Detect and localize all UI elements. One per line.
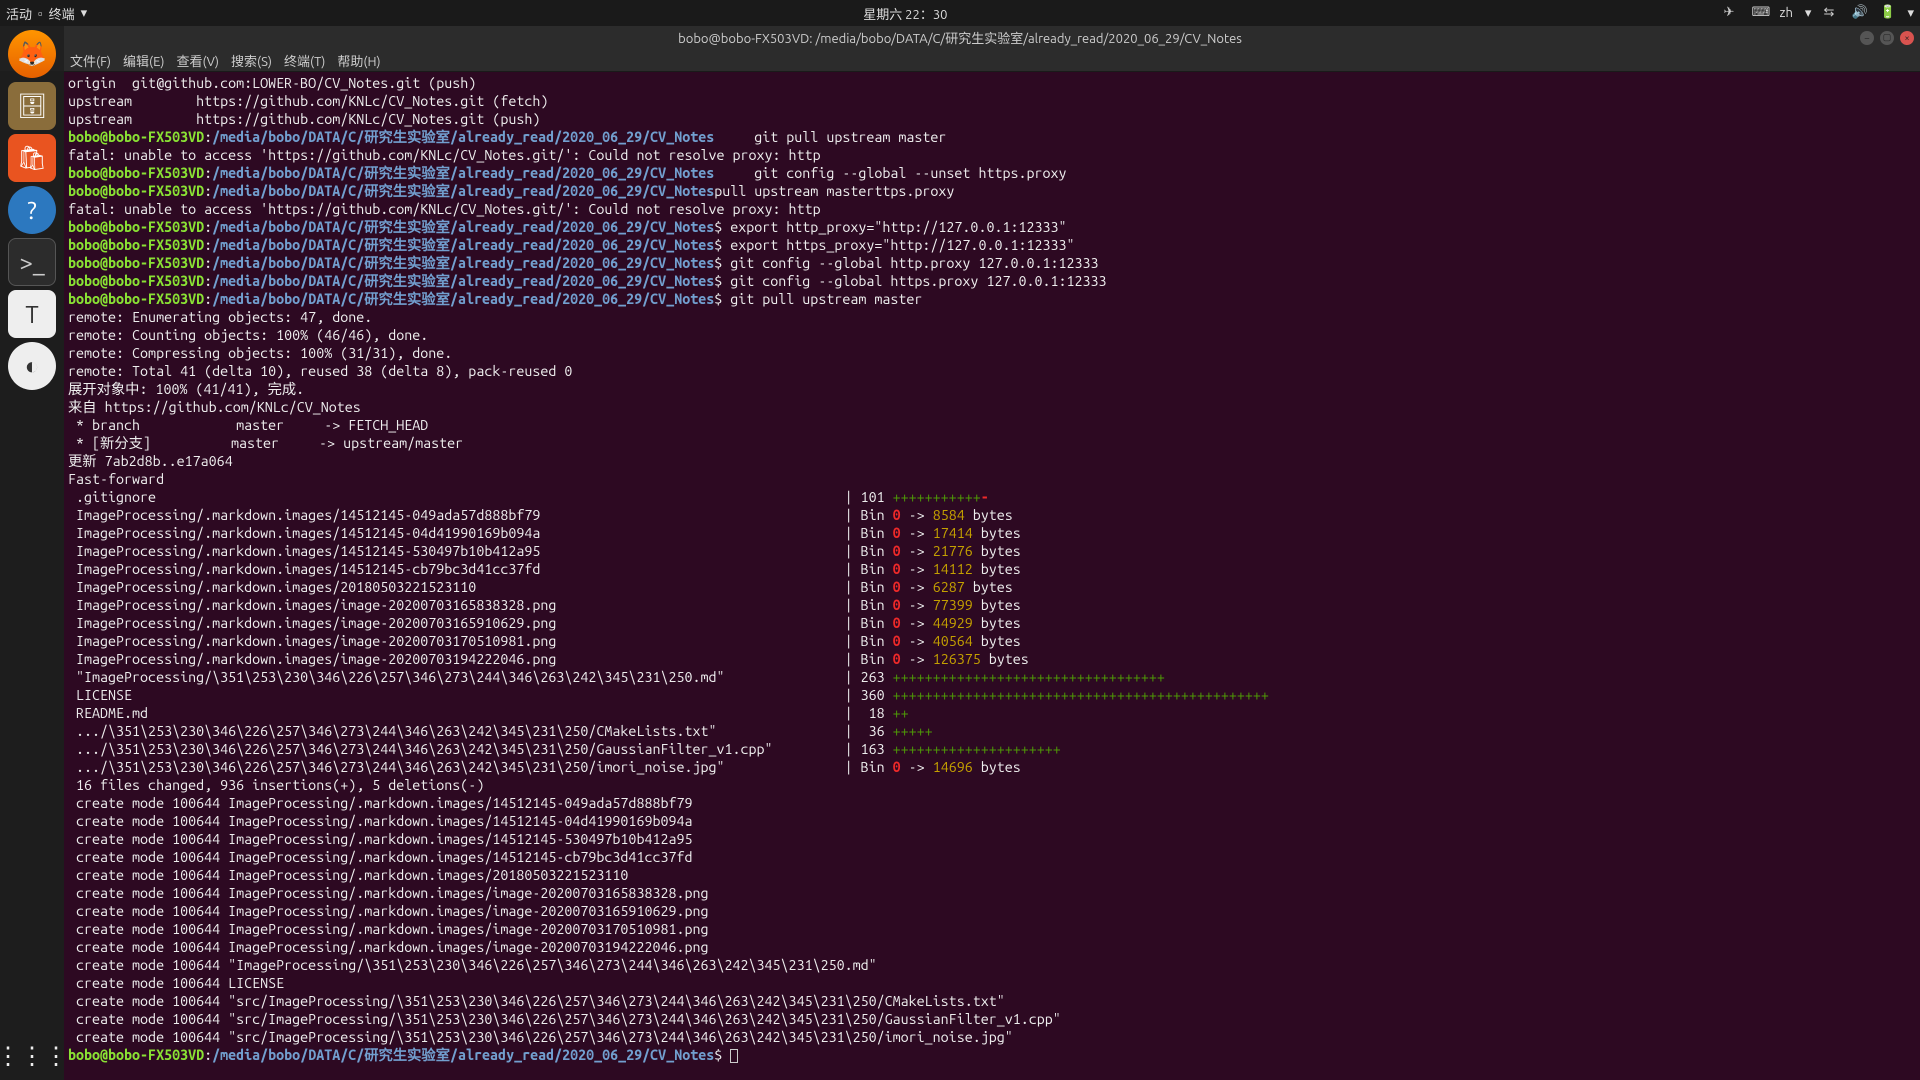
clock-date[interactable]: 星期六 22：30 [863,4,947,23]
dock-chromium-icon[interactable]: ◐ [8,342,56,390]
menu-view[interactable]: 查看(V) [173,49,223,72]
dock-text-editor-icon[interactable]: T [8,290,56,338]
dock-show-apps-icon[interactable]: ⋮⋮⋮ [0,1042,68,1070]
menu-terminal[interactable]: 终端(T) [280,49,329,72]
window-titlebar: bobo@bobo-FX503VD: /media/bobo/DATA/C/研究… [0,26,1920,49]
volume-icon[interactable]: 🔊 [1851,5,1867,21]
window-title: bobo@bobo-FX503VD: /media/bobo/DATA/C/研究… [678,28,1242,47]
window-maximize-button[interactable]: ▢ [1880,31,1894,45]
dock-help-icon[interactable]: ? [8,186,56,234]
appmenu-label[interactable]: 终端 [49,4,75,23]
appmenu-chevron-icon: ▾ [81,6,88,21]
dock-firefox-icon[interactable]: 🦊 [8,30,56,78]
battery-icon[interactable]: 🔋 [1879,5,1895,21]
ubuntu-dock: 🦊 🗄 🛍 ? >_ T ◐ ⋮⋮⋮ [0,26,64,1080]
telegram-icon[interactable]: ✈ [1724,5,1740,21]
terminal-body[interactable]: origin git@github.com:LOWER-BO/CV_Notes.… [64,72,1920,1080]
terminal-menubar: 文件(F) 编辑(E) 查看(V) 搜索(S) 终端(T) 帮助(H) [0,49,1920,72]
menu-search[interactable]: 搜索(S) [227,49,276,72]
dock-files-icon[interactable]: 🗄 [8,82,56,130]
gnome-topbar: 活动 ▫ 终端 ▾ 星期六 22：30 ✈ ⌨ zh ▾ ⇆ 🔊 🔋 ▾ [0,0,1920,26]
dock-terminal-icon[interactable]: >_ [8,238,56,286]
menu-file[interactable]: 文件(F) [66,49,115,72]
menu-edit[interactable]: 编辑(E) [119,49,168,72]
dock-software-icon[interactable]: 🛍 [8,134,56,182]
keyboard-icon[interactable]: ⌨ [1752,5,1768,21]
input-chevron-icon: ▾ [1805,6,1812,21]
input-method-label[interactable]: zh [1780,6,1793,20]
window-minimize-button[interactable]: – [1860,31,1874,45]
wifi-icon[interactable]: ⇆ [1823,5,1839,21]
menu-help[interactable]: 帮助(H) [333,49,384,72]
activities-button[interactable]: 活动 [6,4,32,23]
gnome-dropdown-icon: ▫ [38,6,43,21]
system-chevron-icon: ▾ [1907,6,1914,21]
window-close-button[interactable]: × [1900,31,1914,45]
